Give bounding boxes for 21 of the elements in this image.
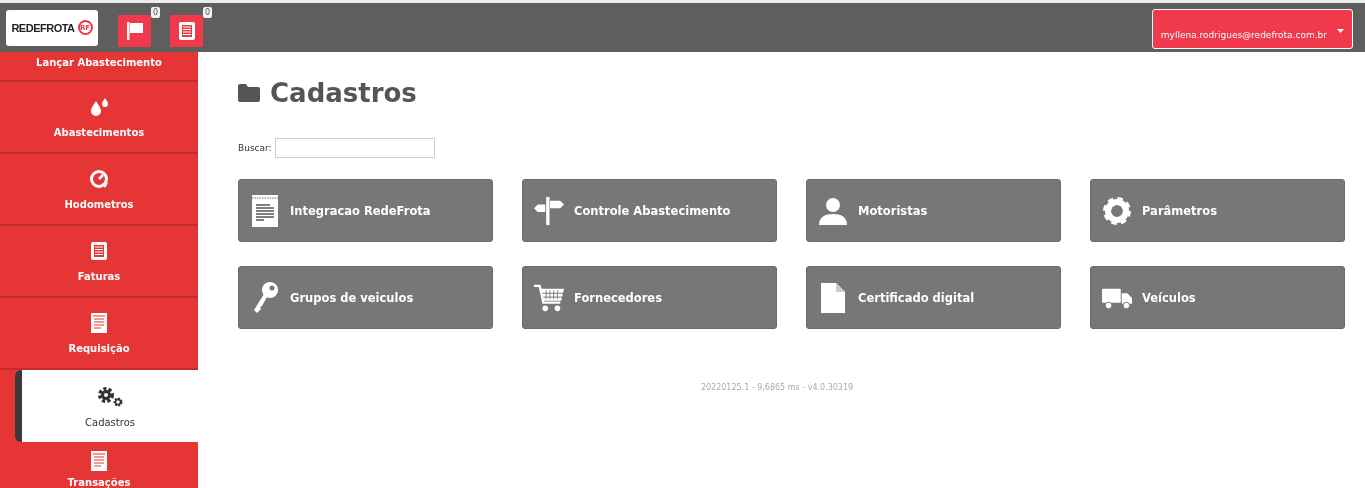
category-tile[interactable]: Parâmetros: [1090, 179, 1345, 242]
version-footer: 20220125.1 - 9,6865 ms - v4.0.30319: [238, 383, 1346, 392]
category-tile[interactable]: Controle Abastecimento: [522, 179, 777, 242]
category-tile[interactable]: Certificado digital: [806, 266, 1061, 329]
page-title: Cadastros: [270, 78, 417, 108]
notification-count: 0: [150, 6, 160, 18]
sidebar-item[interactable]: Hodometros: [0, 154, 198, 226]
category-tile[interactable]: Motoristas: [806, 179, 1061, 242]
sidebar-item[interactable]: Lançar Abastecimento: [0, 52, 198, 82]
category-tile[interactable]: Fornecedores: [522, 266, 777, 329]
sidebar-item[interactable]: Abastecimentos: [0, 82, 198, 154]
category-tile[interactable]: Veículos: [1090, 266, 1345, 329]
sidebar-item[interactable]: Cadastros: [15, 370, 198, 442]
search-label: Buscar:: [238, 143, 272, 153]
notification-count: 0: [202, 6, 212, 18]
sidebar-item[interactable]: Transações: [0, 442, 198, 488]
category-tile[interactable]: Integracao RedeFrota: [238, 179, 493, 242]
sidebar-item[interactable]: Faturas: [0, 226, 198, 298]
category-tile[interactable]: Grupos de veiculos: [238, 266, 493, 329]
logo-text: REDEFROTA: [11, 21, 75, 34]
user-menu-button[interactable]: myllena.rodrigues@redefrota.com.br: [1151, 9, 1353, 49]
